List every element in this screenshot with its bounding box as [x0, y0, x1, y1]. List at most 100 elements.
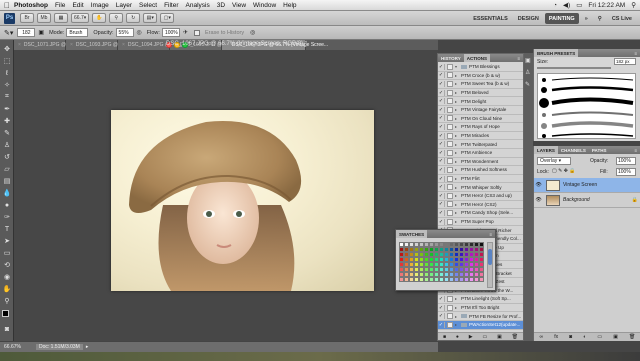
link-icon[interactable]: ∞	[540, 334, 544, 340]
action-row[interactable]: ✓ ▸ PTM Super Pop	[438, 218, 523, 227]
action-enabled-checkbox[interactable]: ✓	[438, 106, 445, 113]
brush-size-picker[interactable]: 182	[17, 28, 36, 37]
action-enabled-checkbox[interactable]: ✓	[438, 313, 445, 320]
close-icon[interactable]: ×	[122, 42, 125, 48]
airbrush-icon[interactable]: ✈	[183, 29, 188, 36]
photo-canvas-image[interactable]	[111, 110, 374, 291]
document-tab[interactable]: × DSC_1093.JPG @ 25% (RG...	[66, 40, 144, 50]
tab-history[interactable]: HISTORY	[438, 56, 464, 61]
dialog-toggle-checkbox[interactable]	[447, 63, 453, 70]
trash-icon[interactable]: 🗑	[629, 334, 635, 340]
tab-swatches[interactable]: SWATCHES	[396, 230, 428, 238]
wifi-icon[interactable]: ◔	[553, 2, 557, 9]
crop-tool-icon[interactable]: ⌗	[2, 92, 12, 102]
dialog-toggle-checkbox[interactable]	[447, 175, 453, 182]
panel-menu-icon[interactable]: ≡	[631, 148, 640, 153]
zoom-tool-icon[interactable]: ⚲	[2, 296, 12, 306]
eye-icon[interactable]: 👁	[534, 182, 543, 188]
record-icon[interactable]: ●	[456, 334, 459, 340]
erase-history-checkbox[interactable]	[193, 29, 200, 36]
workspace-essentials[interactable]: ESSENTIALS	[469, 13, 512, 24]
menu-photoshop[interactable]: Photoshop	[14, 2, 48, 9]
path-selection-tool-icon[interactable]: ➤	[2, 236, 12, 246]
dialog-toggle-checkbox[interactable]	[447, 321, 453, 328]
mini-bridge-button[interactable]: Mb	[37, 13, 51, 23]
clone-stamp-tool-icon[interactable]: ♙	[2, 140, 12, 150]
hand-tool-button[interactable]: ✋	[92, 13, 107, 23]
zoom-level-select[interactable]: 66.7 ▾	[71, 13, 90, 23]
dialog-toggle-checkbox[interactable]	[447, 89, 453, 96]
new-set-icon[interactable]: ▭	[482, 334, 487, 340]
dialog-toggle-checkbox[interactable]	[447, 209, 453, 216]
dialog-toggle-checkbox[interactable]	[447, 123, 453, 130]
eyedropper-tool-icon[interactable]: ✒	[2, 104, 12, 114]
tab-actions[interactable]: ACTIONS	[463, 54, 491, 62]
dialog-toggle-checkbox[interactable]	[447, 166, 453, 173]
clone-source-icon[interactable]: ♙	[525, 69, 530, 76]
zoom-percentage[interactable]: 66.67%	[4, 344, 28, 350]
tab-channels[interactable]: CHANNELS	[558, 148, 589, 153]
search-icon[interactable]: ⚲	[594, 13, 606, 24]
tab-paths[interactable]: PATHS	[589, 148, 610, 153]
screen-mode-button[interactable]: ▢▾	[160, 13, 175, 23]
status-menu-arrow-icon[interactable]: ▸	[86, 344, 89, 350]
action-enabled-checkbox[interactable]: ✓	[438, 132, 445, 139]
menu-view[interactable]: View	[232, 2, 246, 9]
layer-row-vintage-screen[interactable]: 👁 Vintage Screen	[534, 178, 640, 193]
menu-filter[interactable]: Filter	[164, 2, 178, 9]
fill-field[interactable]: 100%	[616, 168, 636, 176]
view-extras-button[interactable]: ▦	[54, 13, 68, 23]
action-row[interactable]: ✓ ▸ PTM Flirt	[438, 175, 523, 184]
menu-layer[interactable]: Layer	[116, 2, 132, 9]
brush-tool-icon[interactable]: ✎▾	[4, 29, 13, 37]
dialog-toggle-checkbox[interactable]	[447, 98, 453, 105]
action-row[interactable]: ✓ ▸ PTM Linelight (Soft Sp...	[438, 295, 523, 304]
blur-tool-icon[interactable]: 💧	[2, 188, 12, 198]
panel-menu-icon[interactable]: ≡	[514, 56, 523, 61]
action-row[interactable]: ✓ ▸ PTM FB Resize for Prof...	[438, 312, 523, 321]
dialog-toggle-checkbox[interactable]	[447, 192, 453, 199]
pressure-size-icon[interactable]: ◎	[250, 29, 255, 36]
dialog-toggle-checkbox[interactable]	[447, 184, 453, 191]
navigator-icon[interactable]: ▣	[525, 57, 531, 64]
eye-icon[interactable]: 👁	[534, 197, 543, 203]
action-enabled-checkbox[interactable]: ✓	[438, 72, 445, 79]
action-enabled-checkbox[interactable]: ✓	[438, 304, 445, 311]
layer-opacity-field[interactable]: 100%	[616, 157, 636, 165]
action-enabled-checkbox[interactable]: ✓	[438, 321, 445, 328]
flow-field[interactable]: 100%	[161, 28, 180, 37]
document-tab[interactable]: × DSC_1094.JPG @ 25% (RG...	[118, 40, 196, 50]
color-swatch[interactable]	[479, 277, 484, 282]
document-info[interactable]: Doc: 1.51M/3.03M	[36, 344, 83, 350]
scrollbar-thumb[interactable]	[488, 249, 492, 265]
action-row[interactable]: ✓ ▸ PTM Whisper Softly	[438, 183, 523, 192]
stop-icon[interactable]: ■	[443, 334, 446, 340]
dialog-toggle-checkbox[interactable]	[447, 158, 453, 165]
action-row[interactable]: ✓ ▸ PTM Rays of Hope	[438, 123, 523, 132]
new-action-icon[interactable]: ▣	[497, 334, 502, 340]
dialog-toggle-checkbox[interactable]	[447, 132, 453, 139]
brush-tool-icon[interactable]: ✎	[2, 128, 12, 138]
action-enabled-checkbox[interactable]: ✓	[438, 123, 445, 130]
action-enabled-checkbox[interactable]: ✓	[438, 184, 445, 191]
dialog-toggle-checkbox[interactable]	[447, 141, 453, 148]
pen-tool-icon[interactable]: ✑	[2, 212, 12, 222]
action-enabled-checkbox[interactable]: ✓	[438, 295, 445, 302]
action-enabled-checkbox[interactable]: ✓	[438, 115, 445, 122]
dialog-toggle-checkbox[interactable]	[447, 149, 453, 156]
folder-icon[interactable]: ▭	[597, 334, 602, 340]
marquee-tool-icon[interactable]: ⬚	[2, 56, 12, 66]
brush-icon[interactable]: ✎	[525, 81, 530, 88]
move-tool-icon[interactable]: ✥	[2, 44, 12, 54]
menu-3d[interactable]: 3D	[217, 2, 225, 9]
layer-name[interactable]: Background	[563, 197, 590, 203]
action-row[interactable]: ✓ ▸ PTM Wonderment	[438, 158, 523, 167]
menu-analysis[interactable]: Analysis	[186, 2, 210, 9]
mask-icon[interactable]: ◙	[569, 334, 572, 340]
foreground-color-swatch[interactable]	[2, 310, 9, 317]
action-enabled-checkbox[interactable]: ✓	[438, 98, 445, 105]
adjustment-icon[interactable]: ◐	[583, 334, 586, 340]
action-row[interactable]: ✓ ▸ PTM Sweet Tea (b & w)	[438, 80, 523, 89]
layer-row-background[interactable]: 👁 Background 🔒	[534, 193, 640, 208]
action-enabled-checkbox[interactable]: ✓	[438, 201, 445, 208]
